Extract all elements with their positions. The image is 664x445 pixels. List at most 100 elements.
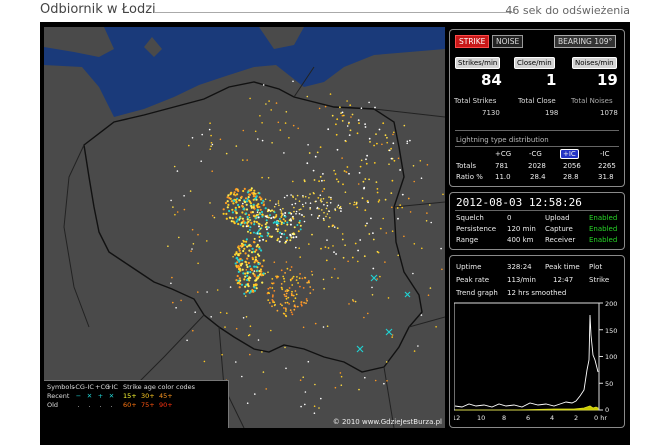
dist-cell: 11.0 (495, 173, 511, 181)
noises-per-min-value: 19 (597, 71, 618, 89)
strike-dot (280, 232, 283, 235)
strike-button[interactable]: STRIKE (455, 35, 490, 48)
strike-dot (281, 304, 283, 307)
strike-dot (244, 221, 247, 224)
strike-dot (188, 144, 190, 147)
strike-dot (412, 272, 414, 275)
strike-dot (194, 311, 196, 314)
strike-dot (239, 258, 242, 261)
strike-dot (249, 202, 252, 205)
noise-button[interactable]: NOISE (492, 35, 524, 48)
strike-dot (313, 179, 316, 181)
strike-dot (255, 265, 258, 268)
strike-dot (318, 207, 320, 210)
strike-dot (334, 209, 337, 212)
strike-dot (239, 244, 242, 247)
strike-dot (234, 262, 237, 265)
noise-trend-line (455, 405, 599, 411)
legend-old-label: Old (47, 401, 59, 409)
strike-dot (285, 295, 288, 298)
uptime-label: Uptime (456, 263, 482, 271)
strike-dot (273, 290, 276, 292)
strike-dot (283, 307, 285, 309)
strike-dot (282, 213, 284, 215)
strike-dot (283, 196, 286, 199)
strike-dot (259, 115, 261, 117)
strike-dot (242, 240, 245, 243)
peak-time-label: Peak time (545, 263, 580, 271)
strike-dot (233, 222, 236, 225)
strike-dot (245, 316, 248, 318)
strike-dot (435, 326, 437, 328)
strike-dot (296, 194, 299, 197)
strike-dot (228, 209, 231, 213)
strike-dot (384, 198, 387, 201)
strike-dot (265, 388, 267, 390)
strike-dot (308, 243, 310, 245)
strike-dot (250, 221, 253, 224)
strike-dot (261, 122, 263, 124)
strike-dot (251, 211, 254, 214)
dist-header-pos-ic[interactable]: +IC (560, 149, 579, 159)
upload-status: Enabled (589, 214, 618, 222)
strike-dot (229, 286, 232, 288)
strike-dot (318, 107, 321, 110)
strike-dot (318, 180, 320, 183)
dist-header-neg-ic: -IC (600, 150, 610, 158)
strike-dot (393, 159, 396, 162)
total-strikes-label: Total Strikes (454, 97, 497, 105)
strike-dot (364, 123, 366, 125)
age-code: 90+ (159, 401, 173, 409)
strike-dot (392, 142, 395, 145)
strike-dot (399, 204, 402, 207)
strike-dot (237, 189, 240, 193)
strike-dot (247, 213, 251, 217)
strike-dot (208, 128, 211, 131)
strike-dot (267, 209, 270, 212)
strike-dot (282, 275, 285, 278)
strike-dot (348, 134, 351, 136)
strike-dot (324, 246, 327, 249)
strike-dot (258, 232, 261, 235)
strike-dot (336, 227, 339, 230)
strike-dot (364, 209, 367, 212)
strike-dot (262, 203, 266, 206)
strike-dot (386, 380, 388, 382)
strike-dot (273, 304, 276, 307)
dist-cell: 781 (495, 162, 509, 170)
strike-dot (254, 258, 257, 261)
bearing-button[interactable]: BEARING 109° (554, 35, 617, 48)
plot-label: Plot (589, 263, 603, 271)
strike-dot (283, 293, 286, 296)
strike-dot (391, 336, 394, 338)
strike-dot (318, 407, 320, 409)
strike-dot (353, 201, 356, 204)
strike-dot (171, 276, 173, 279)
strike-dot (302, 326, 305, 329)
strikes-per-min-label: Strikes/min (455, 57, 501, 69)
age-code: 45+ (159, 392, 173, 400)
strike-dot (252, 193, 255, 196)
strike-dot (271, 209, 273, 212)
strike-dot (224, 201, 228, 205)
strike-dot (283, 280, 286, 283)
strike-dot (200, 160, 202, 162)
strike-dot (325, 215, 327, 218)
strike-dot (299, 256, 301, 258)
strike-dot (325, 259, 328, 262)
strike-dot (368, 101, 370, 104)
strike-dot (425, 220, 428, 222)
strike-dot (252, 203, 255, 206)
strike-dot (368, 178, 370, 181)
strike-dot (295, 279, 298, 281)
strike-dot (373, 162, 376, 164)
strike-dot (255, 287, 258, 290)
strike-dot (323, 188, 326, 190)
strike-dot (283, 152, 285, 154)
strike-dot (299, 273, 301, 275)
strike-dot (366, 154, 368, 157)
lightning-map[interactable]: Symbols -CG -IC +CG +IC Strike age color… (44, 27, 445, 428)
strike-dot (271, 142, 273, 144)
strike-dot (290, 311, 293, 314)
strike-dot (261, 176, 263, 179)
